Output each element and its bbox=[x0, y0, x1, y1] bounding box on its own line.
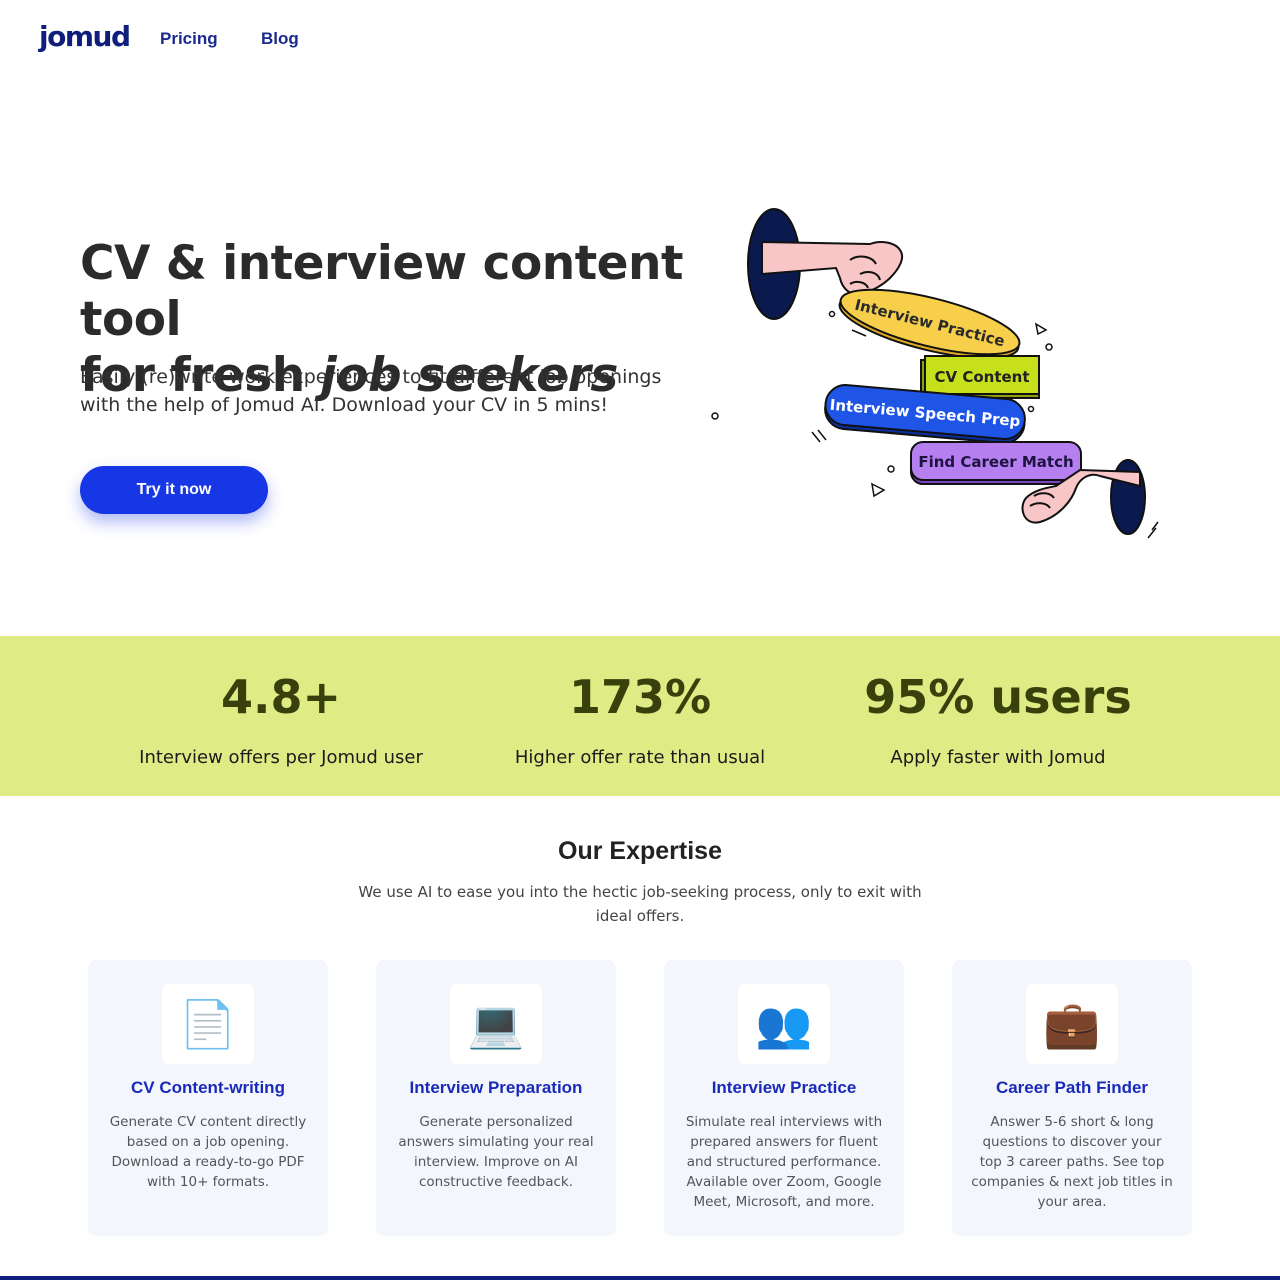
card-title: Career Path Finder bbox=[995, 1078, 1149, 1097]
laptop-icon: 💻 bbox=[450, 984, 542, 1064]
site-header: jomud Pricing Blog bbox=[0, 0, 1280, 80]
card-cv-content-writing[interactable]: 📄 CV Content-writing Generate CV content… bbox=[88, 960, 328, 1236]
nav-blog-link[interactable]: Blog bbox=[261, 29, 299, 49]
decor-dot-3 bbox=[1027, 405, 1035, 413]
try-it-now-button[interactable]: Try it now bbox=[80, 466, 268, 514]
hero-subtitle: Easily (re)write work experiences to fit… bbox=[80, 366, 662, 416]
decor-dot-1 bbox=[828, 310, 836, 318]
card-description: Answer 5-6 short & long questions to dis… bbox=[971, 1114, 1173, 1210]
card-interview-preparation[interactable]: 💻 Interview Preparation Generate persona… bbox=[376, 960, 616, 1236]
hero-illustration: Interview Practice CV Content Interview … bbox=[711, 208, 1159, 539]
decor-dot-4 bbox=[711, 412, 719, 420]
jomud-logo[interactable]: jomud bbox=[39, 20, 131, 53]
decor-dot-2 bbox=[1045, 343, 1053, 351]
card-title: CV Content-writing bbox=[131, 1078, 285, 1097]
footer-top-border bbox=[0, 1276, 1280, 1280]
card-description: Generate CV content directly based on a … bbox=[109, 1114, 307, 1190]
card-interview-practice[interactable]: 👥 Interview Practice Simulate real inter… bbox=[664, 960, 904, 1236]
stat-label: Apply faster with Jomud bbox=[890, 747, 1106, 768]
pill-find-career-match-label: Find Career Match bbox=[918, 453, 1073, 471]
pill-cv-content-label: CV Content bbox=[934, 368, 1029, 386]
decor-triangle-1 bbox=[1034, 322, 1048, 336]
stat-value: 173% bbox=[568, 670, 712, 724]
card-description: Simulate real interviews with prepared a… bbox=[685, 1114, 883, 1210]
decor-dash-3 bbox=[1147, 521, 1159, 539]
document-icon: 📄 bbox=[162, 984, 254, 1064]
briefcase-icon: 💼 bbox=[1026, 984, 1118, 1064]
decor-dot-5 bbox=[887, 465, 895, 473]
stat-label: Interview offers per Jomud user bbox=[139, 747, 423, 768]
stat-value: 4.8+ bbox=[220, 670, 342, 724]
stat-label: Higher offer rate than usual bbox=[514, 747, 766, 768]
hero-title-line1: CV & interview content tool bbox=[80, 236, 683, 347]
card-description: Generate personalized answers simulating… bbox=[398, 1114, 594, 1190]
decor-triangle-2 bbox=[871, 482, 886, 498]
card-title: Interview Practice bbox=[711, 1078, 857, 1097]
pill-cv-content: CV Content bbox=[920, 355, 1040, 399]
card-title: Interview Preparation bbox=[409, 1078, 583, 1097]
decor-dash-2 bbox=[811, 429, 827, 443]
pill-find-career-match: Find Career Match bbox=[910, 441, 1082, 485]
nav-pricing-link[interactable]: Pricing bbox=[160, 29, 218, 49]
decor-dash-1 bbox=[851, 329, 867, 337]
expertise-subtitle: We use AI to ease you into the hectic jo… bbox=[358, 883, 922, 925]
people-icon: 👥 bbox=[738, 984, 830, 1064]
stats-band: 4.8+ Interview offers per Jomud user 173… bbox=[0, 636, 1280, 796]
card-career-path-finder[interactable]: 💼 Career Path Finder Answer 5-6 short & … bbox=[952, 960, 1192, 1236]
expertise-title: Our Expertise bbox=[558, 837, 722, 865]
stat-value: 95% users bbox=[864, 670, 1132, 724]
